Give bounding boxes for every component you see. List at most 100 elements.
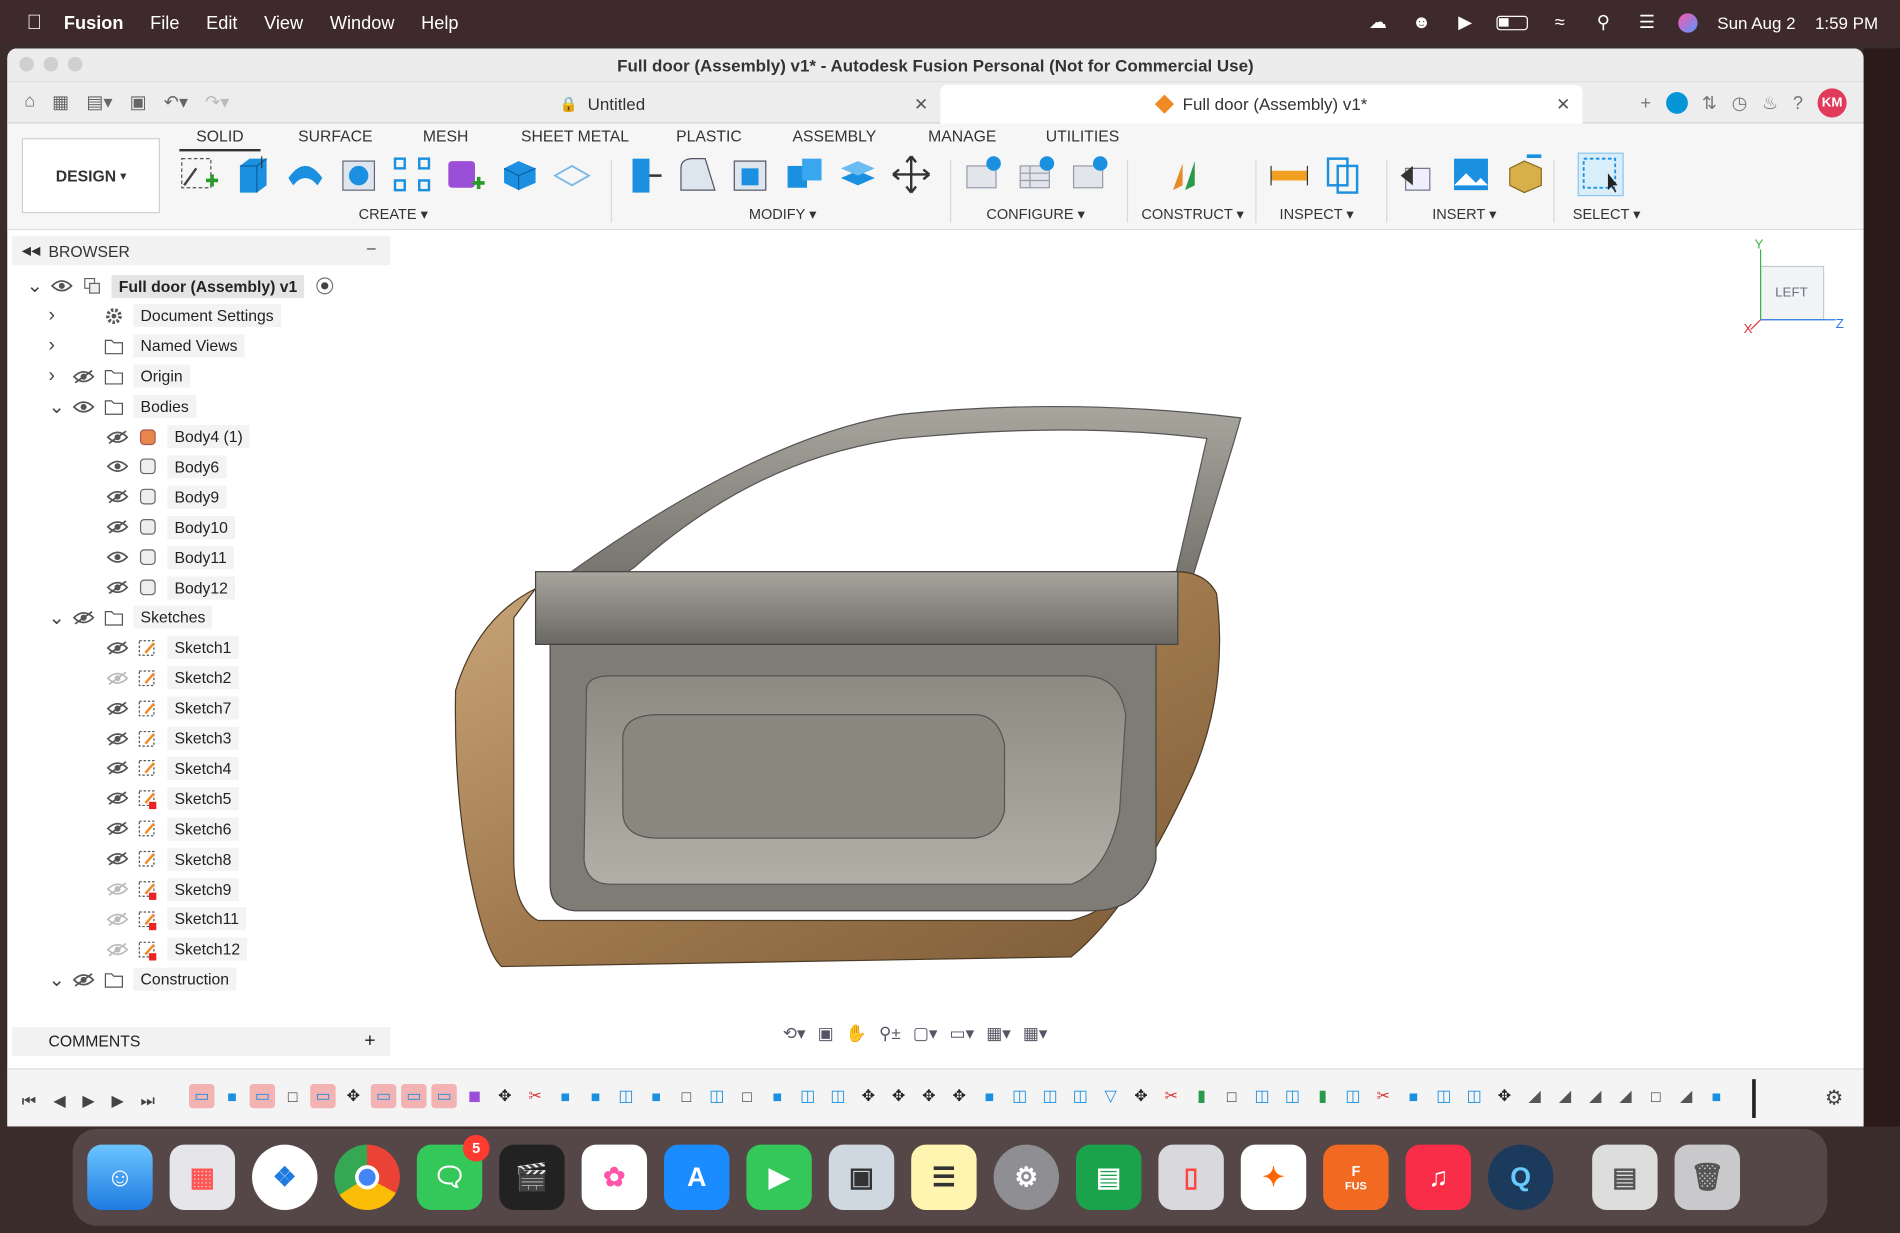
timeline-feature-icon[interactable]: ■ — [1704, 1084, 1729, 1108]
visibility-eye-icon[interactable] — [106, 882, 129, 897]
photos-icon[interactable]: ✿ — [581, 1144, 648, 1210]
pan-icon[interactable]: ✋ — [846, 1023, 867, 1044]
close-tab-icon[interactable]: ✕ — [914, 94, 928, 115]
collapse-browser-icon[interactable]: ◀◀ — [22, 244, 41, 257]
browser-node[interactable]: Sketch9 — [70, 874, 239, 903]
timeline-feature-icon[interactable]: ◫ — [795, 1084, 820, 1108]
facetime-icon[interactable]: ▶ — [746, 1144, 812, 1210]
timeline-feature-icon[interactable]: ◫ — [1280, 1084, 1305, 1108]
menubar-time[interactable]: 1:59 PM — [1815, 13, 1878, 32]
zoom-icon[interactable]: ⚲± — [879, 1023, 901, 1044]
tab-assembly[interactable]: ASSEMBLY — [792, 127, 876, 145]
timeline-feature-icon[interactable]: ■ — [553, 1084, 578, 1108]
timeline-feature-icon[interactable]: ◢ — [1552, 1084, 1577, 1108]
trash-icon[interactable]: 🗑 — [1674, 1144, 1741, 1210]
timeline-feature-icon[interactable]: ◢ — [1613, 1084, 1638, 1108]
timeline-feature-icon[interactable]: ✥ — [340, 1084, 365, 1108]
notifications-icon[interactable]: ♨ — [1762, 92, 1778, 114]
canvas-viewport[interactable] — [392, 230, 1864, 1066]
sketch-app-icon[interactable]: ✦ — [1240, 1144, 1307, 1210]
notes-icon[interactable]: ☰ — [911, 1144, 977, 1210]
visibility-eye-icon[interactable] — [106, 852, 129, 867]
timeline-feature-icon[interactable]: □ — [674, 1084, 699, 1108]
apple-icon[interactable]:  — [27, 11, 42, 35]
minimize-browser-icon[interactable]: – — [367, 239, 376, 257]
tab-solid[interactable]: SOLID — [179, 127, 261, 152]
browser-node[interactable]: ⌄ Bodies — [48, 392, 196, 421]
configure-table-icon[interactable] — [962, 154, 1006, 195]
visibility-eye-icon[interactable] — [106, 731, 129, 746]
timeline-feature-icon[interactable]: □ — [1643, 1084, 1668, 1108]
timeline-feature-icon[interactable]: □ — [1219, 1084, 1244, 1108]
visibility-eye-icon[interactable] — [72, 610, 95, 625]
display-settings-icon[interactable]: ▭▾ — [950, 1023, 975, 1044]
browser-node[interactable]: Sketch11 — [70, 905, 247, 934]
timeline-feature-icon[interactable]: ▭ — [189, 1084, 215, 1109]
select-menu[interactable]: SELECT ▾ — [1573, 206, 1641, 223]
grid-icon[interactable]: ▦ — [52, 91, 69, 113]
timeline-feature-icon[interactable]: ◢ — [1522, 1084, 1547, 1108]
browser-node[interactable]: › Document Settings — [48, 301, 281, 330]
timeline-feature-icon[interactable]: ▽ — [1098, 1084, 1123, 1108]
timeline-feature-icon[interactable]: ▭ — [401, 1084, 427, 1109]
safari-icon[interactable]: ❖ — [252, 1144, 318, 1210]
help-icon[interactable]: ? — [1793, 93, 1803, 114]
timeline-feature-icon[interactable]: ✂ — [1158, 1084, 1183, 1108]
visibility-eye-icon[interactable] — [72, 972, 95, 987]
create-form-icon[interactable] — [443, 154, 487, 195]
downloads-stack-icon[interactable]: ▤ — [1592, 1144, 1658, 1210]
timeline-feature-icon[interactable]: ◫ — [825, 1084, 850, 1108]
chevron-down-icon[interactable]: ⌄ — [48, 394, 65, 418]
workspace-switcher[interactable]: DESIGN ▾ — [21, 138, 160, 214]
timeline-feature-icon[interactable]: ◢ — [1673, 1084, 1698, 1108]
chevron-down-icon[interactable]: ⌄ — [27, 274, 44, 298]
pattern-icon[interactable] — [390, 154, 434, 195]
timeline-feature-icon[interactable]: ▭ — [249, 1084, 276, 1109]
create-menu[interactable]: CREATE ▾ — [359, 206, 428, 223]
visibility-eye-icon[interactable] — [106, 701, 129, 716]
timeline-feature-icon[interactable]: ▭ — [370, 1084, 397, 1109]
timeline-feature-icon[interactable]: ■ — [583, 1084, 608, 1108]
visibility-eye-icon[interactable] — [106, 821, 129, 836]
timeline-back-icon[interactable]: ◀ — [53, 1091, 65, 1110]
menu-edit[interactable]: Edit — [206, 13, 237, 34]
timeline-marker[interactable] — [1752, 1079, 1756, 1118]
timeline-feature-icon[interactable]: ■ — [765, 1084, 790, 1108]
menu-help[interactable]: Help — [421, 13, 458, 34]
tab-full-door[interactable]: Full door (Assembly) v1* ✕ — [940, 84, 1583, 124]
browser-node[interactable]: ⌄ Construction — [48, 965, 237, 994]
tab-sheet-metal[interactable]: SHEET METAL — [521, 127, 629, 145]
extensions-icon[interactable] — [1665, 92, 1688, 114]
browser-node[interactable]: Body9 — [70, 482, 227, 511]
tab-manage[interactable]: MANAGE — [928, 127, 996, 145]
messages-icon[interactable]: 🗨 5 — [416, 1134, 490, 1210]
shell-icon[interactable] — [729, 154, 773, 195]
tab-plastic[interactable]: PLASTIC — [676, 127, 742, 145]
measure-icon[interactable] — [1267, 154, 1311, 195]
timeline-feature-icon[interactable]: ✂ — [522, 1084, 547, 1108]
configure-rows-icon[interactable] — [1015, 154, 1059, 195]
visibility-eye-icon[interactable] — [106, 580, 129, 595]
orbit-icon[interactable]: ⟲▾ — [783, 1023, 806, 1044]
launchpad-icon[interactable]: ▦ — [169, 1144, 236, 1210]
browser-node[interactable]: Sketch7 — [70, 694, 239, 723]
browser-node[interactable]: Sketch4 — [70, 754, 239, 783]
visibility-eye-icon[interactable] — [72, 399, 95, 414]
siri-icon[interactable] — [1678, 13, 1698, 33]
timeline-feature-icon[interactable]: ▭ — [431, 1084, 457, 1109]
battery-icon[interactable] — [1496, 15, 1529, 31]
extrude-icon[interactable] — [230, 154, 274, 195]
fusion-app-icon[interactable]: F FUS — [1323, 1144, 1389, 1210]
visibility-eye-icon[interactable] — [106, 550, 129, 565]
timeline-feature-icon[interactable]: ◫ — [704, 1084, 729, 1108]
timeline-feature-icon[interactable]: □ — [280, 1084, 305, 1108]
browser-node[interactable]: Sketch12 — [70, 935, 248, 964]
timeline-end-icon[interactable]: ⏭ — [141, 1091, 155, 1110]
chevron-down-icon[interactable]: ⌄ — [48, 967, 65, 991]
browser-node[interactable]: Sketch6 — [70, 814, 239, 843]
visibility-eye-icon[interactable] — [106, 640, 129, 655]
visibility-eye-icon[interactable] — [106, 912, 129, 927]
offset-plane-icon[interactable] — [1168, 154, 1212, 195]
timeline-forward-icon[interactable]: ▶ — [111, 1091, 123, 1110]
browser-node[interactable]: › Named Views — [48, 332, 245, 361]
